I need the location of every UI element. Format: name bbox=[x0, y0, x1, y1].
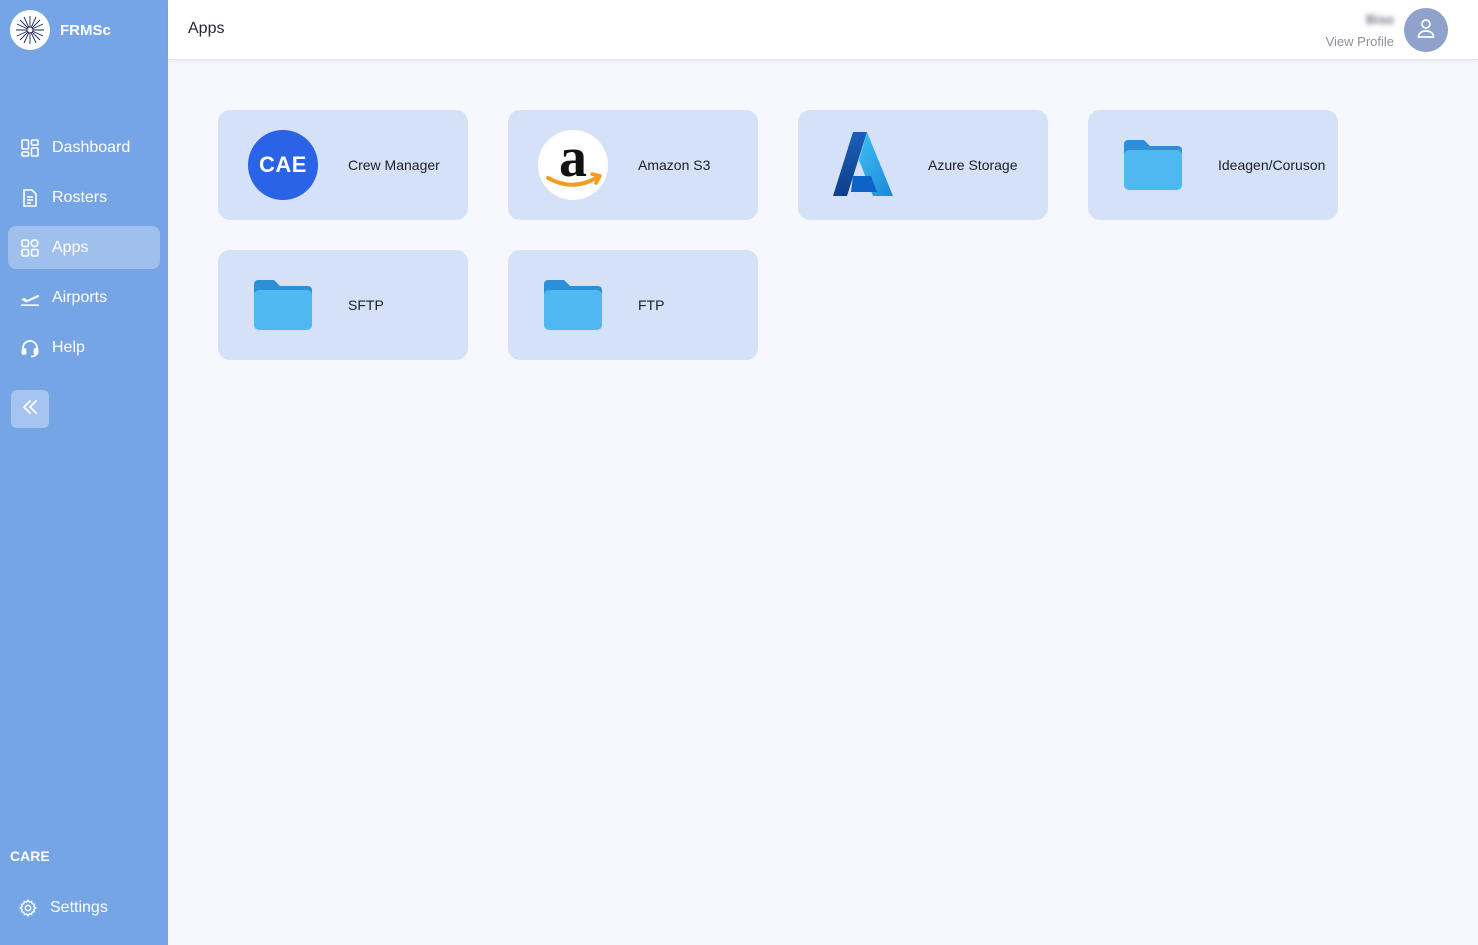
sidebar-item-rosters[interactable]: Rosters bbox=[8, 176, 160, 219]
app-card-ideagen-coruson[interactable]: Ideagen/Coruson bbox=[1088, 110, 1338, 220]
user-profile: Biso View Profile bbox=[1326, 8, 1448, 52]
app-card-crew-manager[interactable]: CAE Crew Manager bbox=[218, 110, 468, 220]
gear-icon bbox=[18, 898, 38, 918]
app-card-amazon-s3[interactable]: a Amazon S3 bbox=[508, 110, 758, 220]
apps-grid-icon bbox=[20, 238, 40, 258]
app-card-label: Ideagen/Coruson bbox=[1218, 157, 1326, 173]
sidebar-item-apps[interactable]: Apps bbox=[8, 226, 160, 269]
brand-name: FRMSc bbox=[60, 21, 111, 39]
sidebar-item-label: Apps bbox=[52, 238, 89, 256]
top-header: Apps Biso View Profile bbox=[168, 0, 1478, 60]
folder-icon bbox=[538, 270, 608, 340]
sidebar-item-label: Airports bbox=[52, 288, 108, 306]
brand[interactable]: FRMSc bbox=[10, 10, 111, 50]
folder-icon bbox=[1118, 130, 1188, 200]
sidebar-item-label: Dashboard bbox=[52, 138, 131, 156]
double-chevron-left-icon bbox=[21, 399, 39, 420]
page-title: Apps bbox=[188, 20, 225, 37]
sidebar-item-help[interactable]: Help bbox=[8, 326, 160, 369]
cae-logo-text: CAE bbox=[259, 152, 307, 177]
dashboard-icon bbox=[20, 138, 40, 158]
organization-label: CARE bbox=[10, 848, 50, 864]
sidebar-item-airports[interactable]: Airports bbox=[8, 276, 160, 319]
amazon-logo-icon: a bbox=[538, 130, 608, 200]
user-icon bbox=[1415, 17, 1437, 44]
brand-logo-icon bbox=[10, 10, 50, 50]
profile-text: Biso View Profile bbox=[1326, 12, 1394, 49]
document-icon bbox=[20, 188, 40, 208]
app-card-ftp[interactable]: FTP bbox=[508, 250, 758, 360]
app-card-label: Amazon S3 bbox=[638, 157, 711, 173]
avatar[interactable] bbox=[1404, 8, 1448, 52]
app-card-label: SFTP bbox=[348, 297, 384, 313]
sidebar-nav: Dashboard Rosters Apps Airports Help bbox=[8, 126, 160, 376]
settings-label: Settings bbox=[50, 898, 108, 916]
sidebar-item-label: Rosters bbox=[52, 188, 108, 206]
folder-icon bbox=[248, 270, 318, 340]
collapse-sidebar-button[interactable] bbox=[11, 390, 49, 428]
app-card-azure-storage[interactable]: Azure Storage bbox=[798, 110, 1048, 220]
app-card-label: FTP bbox=[638, 297, 665, 313]
cae-logo-icon: CAE bbox=[248, 130, 318, 200]
sidebar-item-settings[interactable]: Settings bbox=[8, 886, 160, 929]
app-card-label: Crew Manager bbox=[348, 157, 440, 173]
app-card-sftp[interactable]: SFTP bbox=[218, 250, 468, 360]
sidebar: FRMSc Dashboard Rosters Apps Airports He… bbox=[0, 0, 168, 945]
airplane-takeoff-icon bbox=[20, 288, 40, 308]
azure-logo-icon bbox=[828, 130, 898, 200]
view-profile-link[interactable]: View Profile bbox=[1326, 34, 1394, 49]
sidebar-item-label: Help bbox=[52, 338, 85, 356]
headset-icon bbox=[20, 338, 40, 358]
app-root: FRMSc Dashboard Rosters Apps Airports He… bbox=[0, 0, 1478, 945]
user-name: Biso bbox=[1365, 11, 1394, 27]
app-card-label: Azure Storage bbox=[928, 157, 1018, 173]
sidebar-item-dashboard[interactable]: Dashboard bbox=[8, 126, 160, 169]
